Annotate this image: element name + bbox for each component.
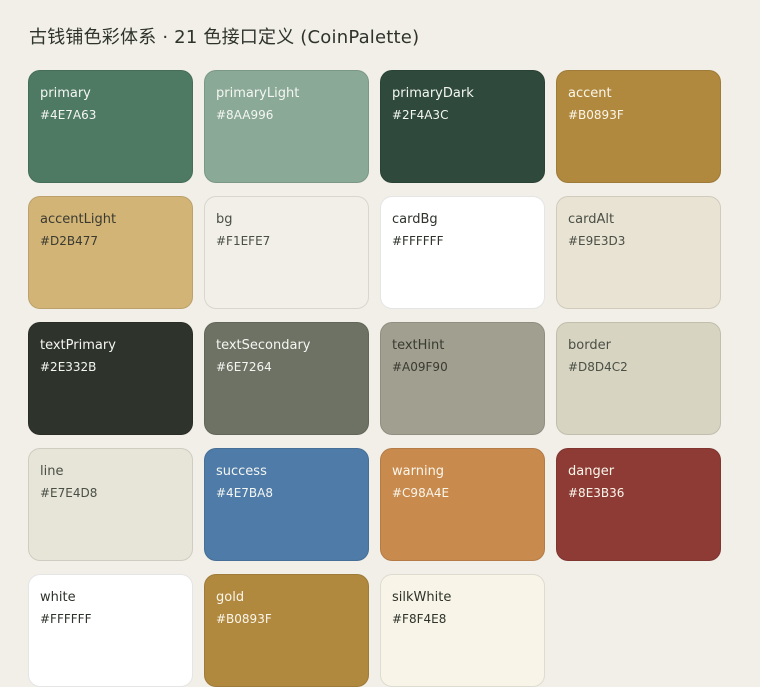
swatch-hex: #8E3B36 — [568, 486, 625, 500]
swatch-text-primary[interactable]: textPrimary #2E332B — [28, 322, 193, 435]
swatch-name: primary — [40, 86, 91, 101]
swatch-text-hint[interactable]: textHint #A09F90 — [380, 322, 545, 435]
swatch-hex: #FFFFFF — [392, 234, 444, 248]
swatch-name: success — [216, 464, 267, 479]
swatch-warning[interactable]: warning #C98A4E — [380, 448, 545, 561]
swatch-card-bg[interactable]: cardBg #FFFFFF — [380, 196, 545, 309]
swatch-card-alt[interactable]: cardAlt #E9E3D3 — [556, 196, 721, 309]
swatch-hex: #8AA996 — [216, 108, 274, 122]
swatch-primary[interactable]: primary #4E7A63 — [28, 70, 193, 183]
swatch-hex: #FFFFFF — [40, 612, 92, 626]
swatch-name: primaryLight — [216, 86, 300, 101]
swatch-hex: #D2B477 — [40, 234, 99, 248]
swatch-hex: #A09F90 — [392, 360, 448, 374]
swatch-white[interactable]: white #FFFFFF — [28, 574, 193, 687]
color-swatch-grid: primary #4E7A63 primaryLight #8AA996 pri… — [28, 70, 721, 687]
swatch-name: textHint — [392, 338, 445, 353]
swatch-hex: #E7E4D8 — [40, 486, 98, 500]
swatch-hex: #4E7A63 — [40, 108, 97, 122]
swatch-accent-light[interactable]: accentLight #D2B477 — [28, 196, 193, 309]
swatch-name: line — [40, 464, 64, 479]
swatch-name: accent — [568, 86, 612, 101]
swatch-text-secondary[interactable]: textSecondary #6E7264 — [204, 322, 369, 435]
swatch-hex: #E9E3D3 — [568, 234, 626, 248]
swatch-bg[interactable]: bg #F1EFE7 — [204, 196, 369, 309]
swatch-name: border — [568, 338, 611, 353]
swatch-border[interactable]: border #D8D4C2 — [556, 322, 721, 435]
swatch-silk-white[interactable]: silkWhite #F8F4E8 — [380, 574, 545, 687]
swatch-name: textPrimary — [40, 338, 116, 353]
swatch-hex: #6E7264 — [216, 360, 272, 374]
swatch-danger[interactable]: danger #8E3B36 — [556, 448, 721, 561]
swatch-hex: #B0893F — [216, 612, 272, 626]
swatch-name: bg — [216, 212, 233, 227]
swatch-name: white — [40, 590, 76, 605]
swatch-name: warning — [392, 464, 445, 479]
swatch-name: silkWhite — [392, 590, 452, 605]
swatch-accent[interactable]: accent #B0893F — [556, 70, 721, 183]
swatch-name: primaryDark — [392, 86, 474, 101]
swatch-hex: #D8D4C2 — [568, 360, 628, 374]
swatch-hex: #4E7BA8 — [216, 486, 273, 500]
swatch-line[interactable]: line #E7E4D8 — [28, 448, 193, 561]
swatch-name: accentLight — [40, 212, 117, 227]
swatch-hex: #F1EFE7 — [216, 234, 271, 248]
swatch-name: danger — [568, 464, 615, 479]
swatch-gold[interactable]: gold #B0893F — [204, 574, 369, 687]
swatch-hex: #F8F4E8 — [392, 612, 447, 626]
swatch-primary-dark[interactable]: primaryDark #2F4A3C — [380, 70, 545, 183]
swatch-name: cardAlt — [568, 212, 615, 227]
swatch-primary-light[interactable]: primaryLight #8AA996 — [204, 70, 369, 183]
swatch-success[interactable]: success #4E7BA8 — [204, 448, 369, 561]
swatch-name: cardBg — [392, 212, 438, 227]
swatch-hex: #2F4A3C — [392, 108, 449, 122]
swatch-name: gold — [216, 590, 245, 605]
page-title: 古钱铺色彩体系 · 21 色接口定义 (CoinPalette) — [29, 27, 420, 48]
swatch-name: textSecondary — [216, 338, 311, 353]
swatch-hex: #B0893F — [568, 108, 624, 122]
swatch-hex: #2E332B — [40, 360, 97, 374]
swatch-hex: #C98A4E — [392, 486, 450, 500]
